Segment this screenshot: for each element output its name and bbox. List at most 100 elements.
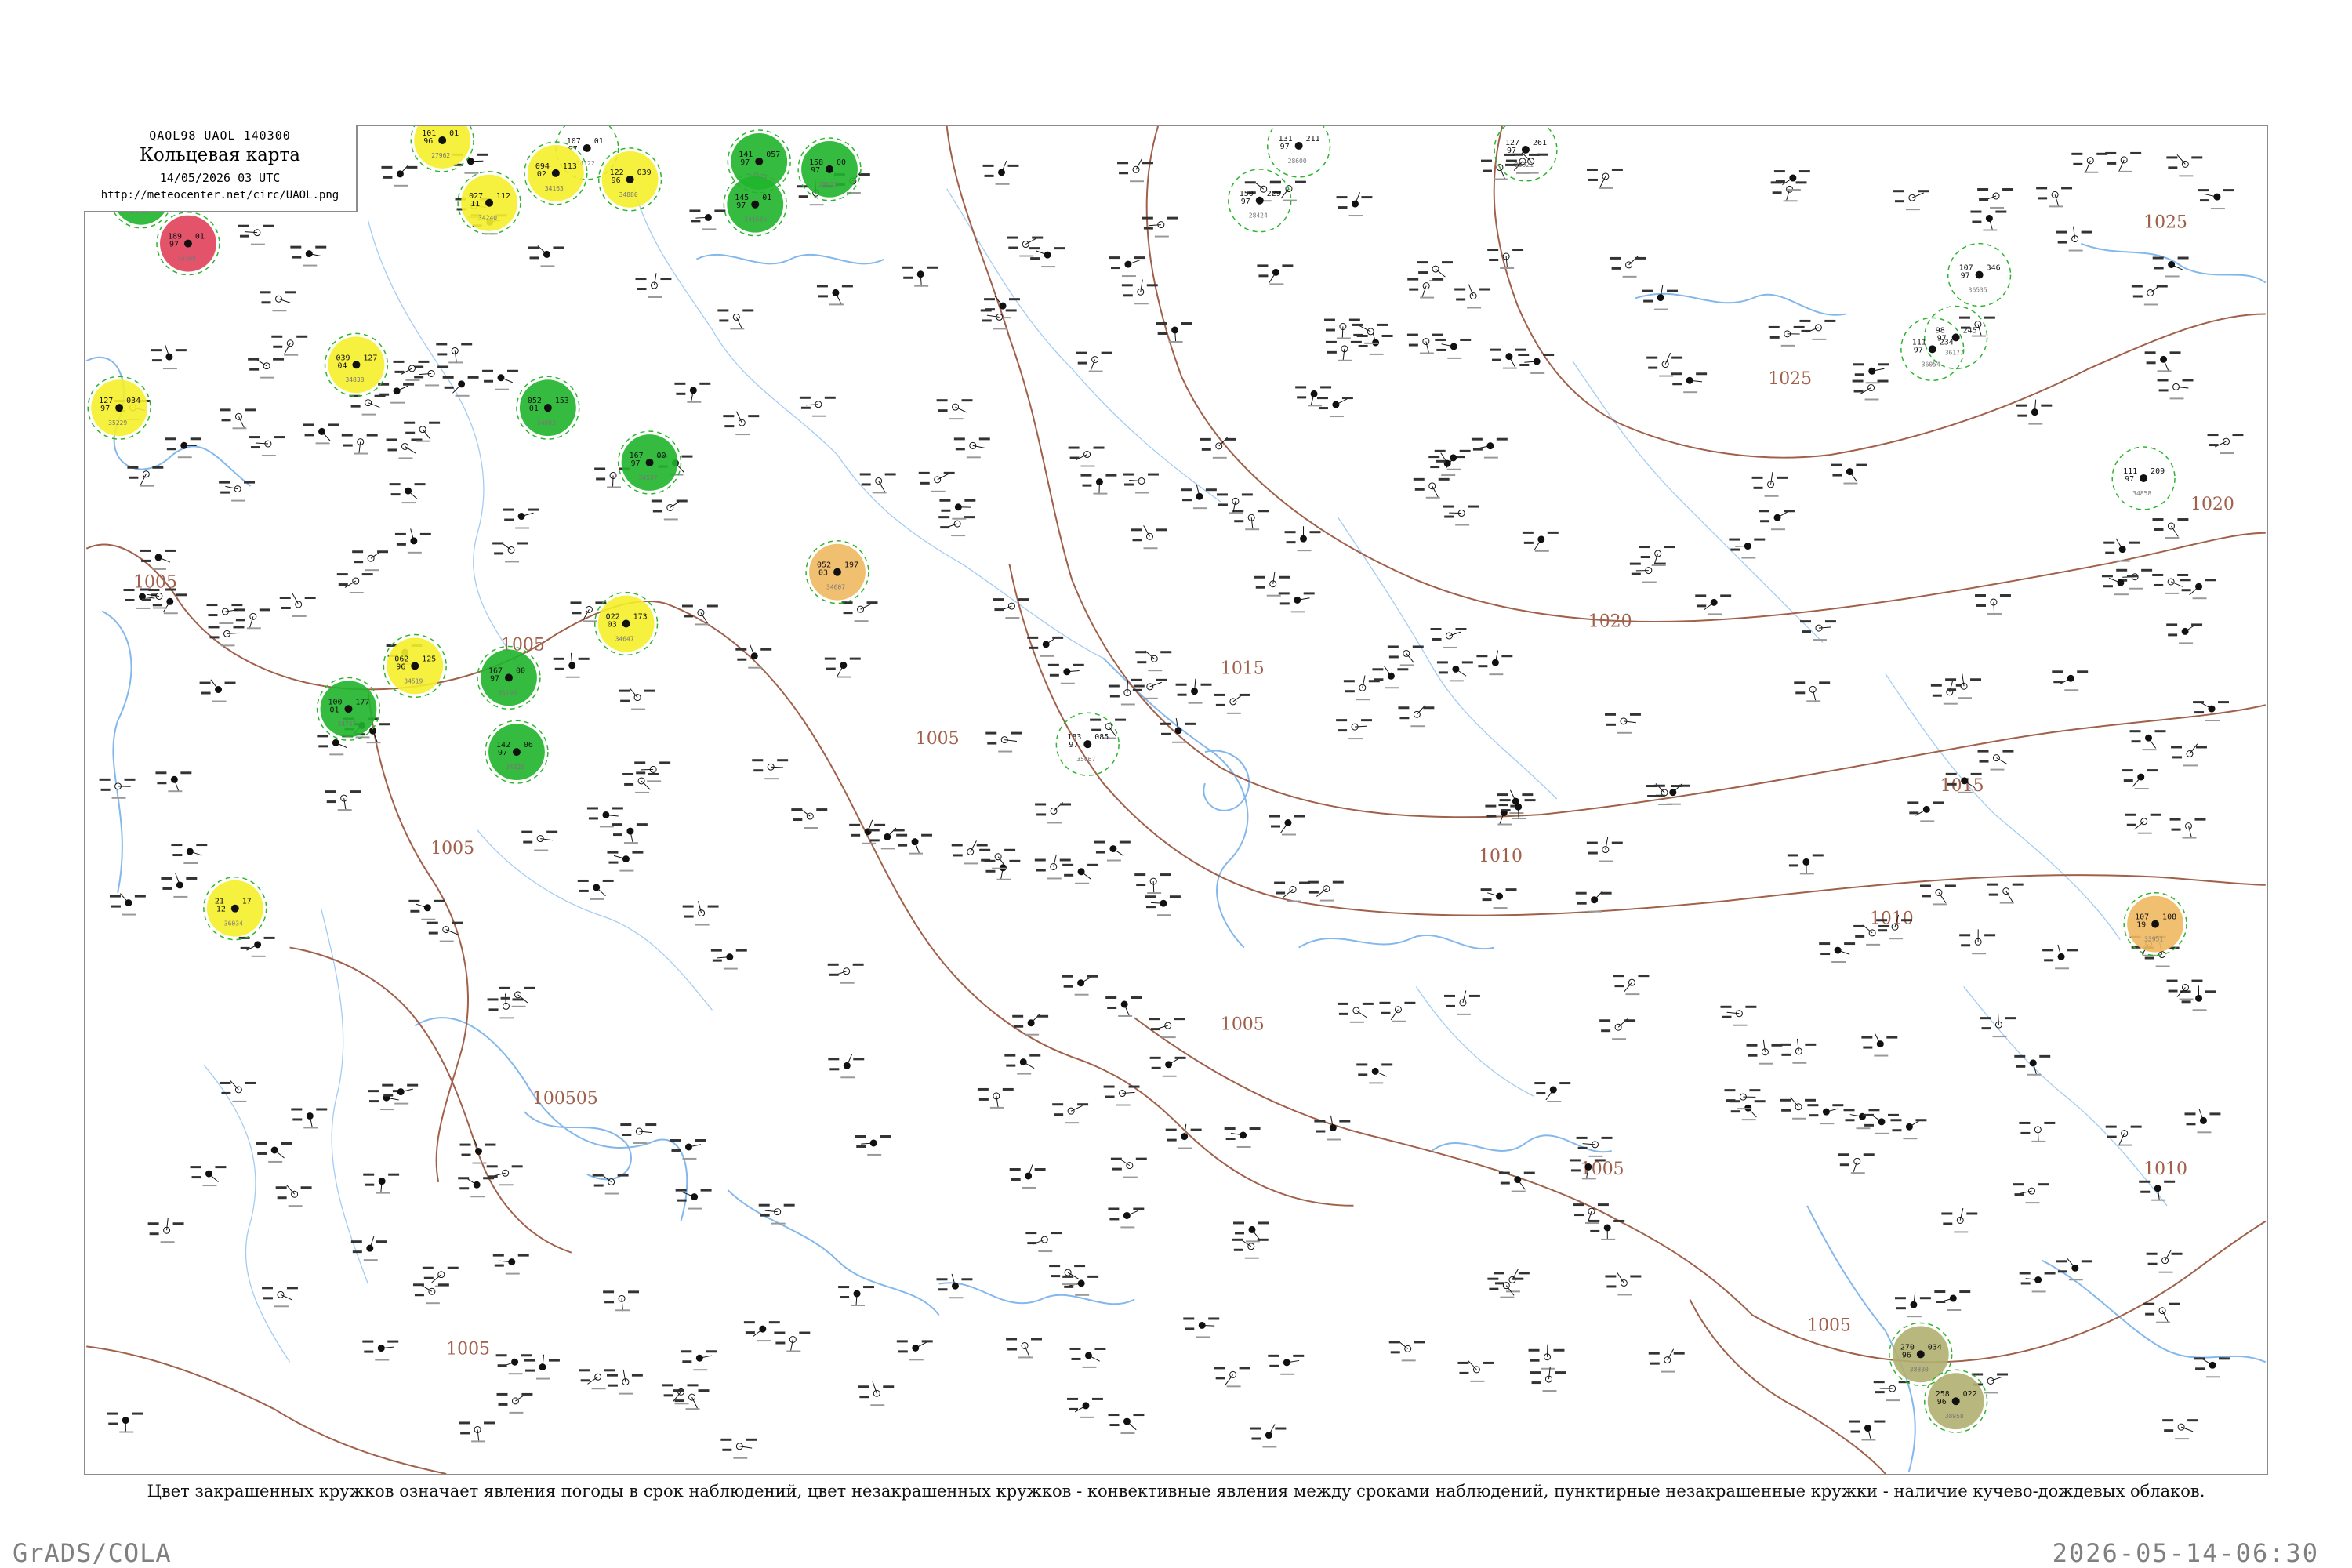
station-marker xyxy=(635,273,672,298)
station-marker xyxy=(1068,446,1105,467)
station-marker xyxy=(2036,187,2073,208)
station-marker xyxy=(1108,1414,1145,1435)
station-marker xyxy=(496,1392,533,1414)
station-marker xyxy=(1105,996,1142,1017)
station-weather-code: 209 xyxy=(2151,467,2165,476)
station-index: 34858 xyxy=(2132,490,2151,497)
station-marker xyxy=(1729,538,1766,559)
map-title-box: QAOL98 UAOL 140300 Кольцевая карта 14/05… xyxy=(84,125,358,212)
station-marker xyxy=(248,358,285,379)
station-marker xyxy=(1671,372,1708,394)
station-marker xyxy=(1849,1420,1886,1441)
station-marker xyxy=(1838,1153,1875,1174)
station-marker xyxy=(1443,505,1479,526)
station-marker xyxy=(291,1108,328,1129)
map-title: Кольцевая карта xyxy=(140,145,300,165)
station-plot: 1071910833951 xyxy=(2123,891,2187,956)
station-weather-code: 125 xyxy=(422,655,436,663)
station-marker xyxy=(2139,1180,2176,1201)
station-marker xyxy=(603,1290,639,1312)
station-marker xyxy=(1894,1292,1931,1318)
station-weather-code: 153 xyxy=(555,397,569,405)
station-marker xyxy=(1372,665,1409,689)
map-url: http://meteocenter.net/circ/UAOL.png xyxy=(100,189,339,201)
station-index: 36535 xyxy=(1969,287,1987,294)
station-plot: 2589602238958 xyxy=(1924,1369,1988,1433)
station-marker xyxy=(341,434,378,455)
station-weather-code: 113 xyxy=(563,162,577,171)
station-marker xyxy=(1337,1002,1374,1023)
synoptic-map: 1025 1025 1020 1020 1015 1015 1010 1010 … xyxy=(85,126,2267,1474)
station-marker xyxy=(1436,661,1473,682)
station-marker xyxy=(2184,1109,2221,1134)
station-marker xyxy=(918,471,955,492)
station-marker xyxy=(2143,1302,2180,1323)
cloud-cover-icon xyxy=(411,662,419,670)
station-marker xyxy=(363,1173,400,1194)
station-marker xyxy=(1200,437,1236,459)
station-weather-code: 245 xyxy=(1963,326,1977,335)
station-marker xyxy=(620,1123,657,1144)
station-marker xyxy=(1307,880,1344,902)
station-marker xyxy=(1444,990,1480,1015)
station-marker xyxy=(682,901,719,926)
station-weather-code: 346 xyxy=(1987,264,2001,273)
station-marker xyxy=(689,209,726,230)
station-marker xyxy=(2125,813,2161,834)
station-marker xyxy=(1434,449,1471,470)
station-index: 36034 xyxy=(224,920,243,927)
station-marker xyxy=(140,549,176,570)
station-marker xyxy=(1807,1104,1844,1125)
cloud-cover-icon xyxy=(1521,145,1530,154)
station-plot: 142970634826 xyxy=(485,720,549,784)
station-marker xyxy=(1156,322,1192,343)
station-marker xyxy=(723,411,760,436)
station-index: 36054 xyxy=(1922,361,1940,368)
station-marker xyxy=(2194,1357,2230,1378)
station-marker xyxy=(816,285,853,306)
station-marker xyxy=(1110,1157,1147,1178)
station-marker xyxy=(1941,1207,1978,1233)
station-marker xyxy=(1316,397,1353,418)
station-marker xyxy=(1131,678,1167,699)
map-datetime: 14/05/2026 03 UTC xyxy=(159,171,281,185)
station-marker xyxy=(1930,680,1967,705)
station-marker xyxy=(592,1174,629,1195)
station-plot: 101960127962 xyxy=(410,126,474,172)
station-weather-code: 00 xyxy=(516,666,525,675)
station-marker xyxy=(1759,510,1795,531)
station-marker xyxy=(1613,975,1650,996)
station-index: 34240 xyxy=(478,215,497,222)
station-marker xyxy=(1605,1272,1642,1296)
station-plot: 167970034537 xyxy=(617,430,682,495)
station-marker xyxy=(896,833,933,855)
station-marker xyxy=(670,1138,706,1160)
station-marker xyxy=(896,1340,933,1361)
station-index: 34163b xyxy=(744,216,767,223)
station-marker xyxy=(1480,159,1517,180)
station-temperature: 02 xyxy=(537,170,546,179)
station-marker xyxy=(827,963,864,984)
station-index: 36177 xyxy=(1945,349,1964,356)
station-marker xyxy=(1165,1123,1202,1149)
isobar-label: 1020 xyxy=(2190,495,2234,514)
station-marker xyxy=(1586,837,1623,862)
station-marker xyxy=(256,1142,292,1163)
station-marker xyxy=(2193,701,2229,722)
station-marker xyxy=(1746,1039,1783,1065)
station-marker xyxy=(350,1236,387,1261)
station-index: 28600 xyxy=(1288,158,1307,165)
station-marker xyxy=(2166,623,2203,644)
station-plot: 1839708535067 xyxy=(1055,712,1120,776)
isobar-label: 1005 xyxy=(446,1339,490,1359)
cloud-cover-icon xyxy=(2151,920,2160,928)
cloud-cover-icon xyxy=(230,904,239,913)
station-plot: 2709603438880 xyxy=(1889,1322,1953,1387)
station-marker xyxy=(1295,386,1332,407)
station-plot: 1079734636535 xyxy=(1947,242,2012,307)
coastlines xyxy=(85,242,2267,1472)
station-marker xyxy=(985,731,1022,753)
station-temperature: 97 xyxy=(1069,741,1078,750)
station-marker xyxy=(238,224,274,245)
isobar-label: 1005 xyxy=(916,729,960,749)
